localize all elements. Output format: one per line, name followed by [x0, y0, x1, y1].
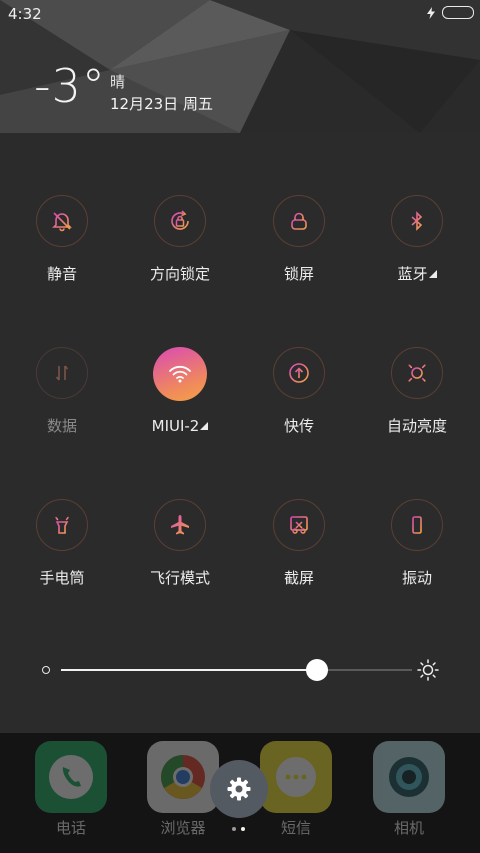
gear-icon [227, 777, 251, 801]
quick-settings-panel: 静音 方向锁定 锁屏 蓝牙 数据 MIUI-2 快传 自动亮度 手电筒 飞行模式… [0, 133, 480, 733]
dock-app-label: 短信 [280, 819, 311, 837]
airplane-icon [171, 515, 189, 535]
tile-auto-brightness[interactable]: 自动亮度 [357, 347, 477, 436]
lock-screen-icon [291, 212, 307, 230]
more-options-indicator [200, 422, 209, 430]
dock-app-label: 浏览器 [160, 819, 206, 837]
temperature: -3° [34, 59, 106, 113]
mobile-data-icon [55, 365, 69, 381]
tile-flashlight[interactable]: 手电筒 [2, 499, 122, 588]
brightness-slider[interactable] [40, 658, 440, 682]
camera-icon [373, 741, 445, 813]
tile-mobile-data[interactable]: 数据 [2, 347, 122, 436]
date-label: 12月23日 周五 [110, 95, 213, 113]
tile-screenshot[interactable]: 截屏 [239, 499, 359, 588]
tile-label: 静音 [46, 265, 77, 283]
tile-label: 数据 [46, 417, 77, 435]
dock-app-label: 电话 [55, 819, 86, 837]
screenshot-icon [290, 516, 308, 534]
status-time: 4:32 [8, 5, 42, 23]
tile-label: 方向锁定 [149, 265, 210, 283]
status-icons [426, 6, 474, 19]
page-dot-active [241, 827, 245, 831]
settings-button[interactable] [210, 760, 268, 818]
page-dot [232, 827, 236, 831]
vibrate-icon [406, 516, 428, 534]
tile-vibrate[interactable]: 振动 [357, 499, 477, 588]
tile-lock-screen[interactable]: 锁屏 [239, 195, 359, 284]
dock-app-label: 相机 [393, 819, 424, 837]
tile-label: 飞行模式 [149, 569, 210, 587]
tile-label: 自动亮度 [386, 417, 447, 435]
wifi-icon [169, 365, 191, 383]
rotation-lock-icon [171, 210, 189, 230]
dock-app-messages[interactable]: 短信 [260, 741, 332, 838]
charging-icon [427, 6, 435, 19]
tile-label: 振动 [401, 569, 432, 587]
notification-header: 4:32 -3° 晴 12月23日 周五 [0, 0, 480, 133]
home-dock: 电话 浏览器 短信 相机 [0, 733, 480, 853]
tile-airplane-mode[interactable]: 飞行模式 [120, 499, 240, 588]
weather-condition: 晴 [110, 73, 126, 91]
dock-app-phone[interactable]: 电话 [35, 741, 107, 838]
tile-wifi[interactable]: MIUI-2 [120, 347, 240, 435]
tile-label: 手电筒 [39, 569, 85, 587]
browser-icon [147, 741, 219, 813]
quick-transfer-icon [289, 363, 309, 383]
messages-icon [260, 741, 332, 813]
tile-label: 锁屏 [283, 265, 314, 283]
brightness-knob[interactable] [306, 659, 329, 681]
tile-quick-transfer[interactable]: 快传 [239, 347, 359, 436]
dock-app-camera[interactable]: 相机 [373, 741, 445, 838]
auto-brightness-icon [405, 361, 429, 385]
brightness-high-icon [417, 659, 439, 681]
phone-icon [35, 741, 107, 813]
battery-icon [442, 6, 474, 19]
brightness-fill [61, 669, 318, 671]
tile-rotation-lock[interactable]: 方向锁定 [120, 195, 240, 284]
more-options-indicator [428, 270, 437, 278]
tile-label: 快传 [283, 417, 314, 435]
page-indicator [232, 827, 245, 831]
tile-label: 蓝牙 [397, 265, 428, 283]
tile-silent[interactable]: 静音 [2, 195, 122, 284]
flashlight-icon [55, 515, 69, 534]
bluetooth-icon [411, 211, 423, 231]
tile-label: 截屏 [283, 569, 314, 587]
mute-bell-icon [52, 212, 72, 232]
tile-label: MIUI-2 [151, 417, 200, 435]
dock-app-browser[interactable]: 浏览器 [147, 741, 219, 838]
brightness-low-icon [42, 666, 50, 674]
tile-bluetooth[interactable]: 蓝牙 [357, 195, 477, 284]
